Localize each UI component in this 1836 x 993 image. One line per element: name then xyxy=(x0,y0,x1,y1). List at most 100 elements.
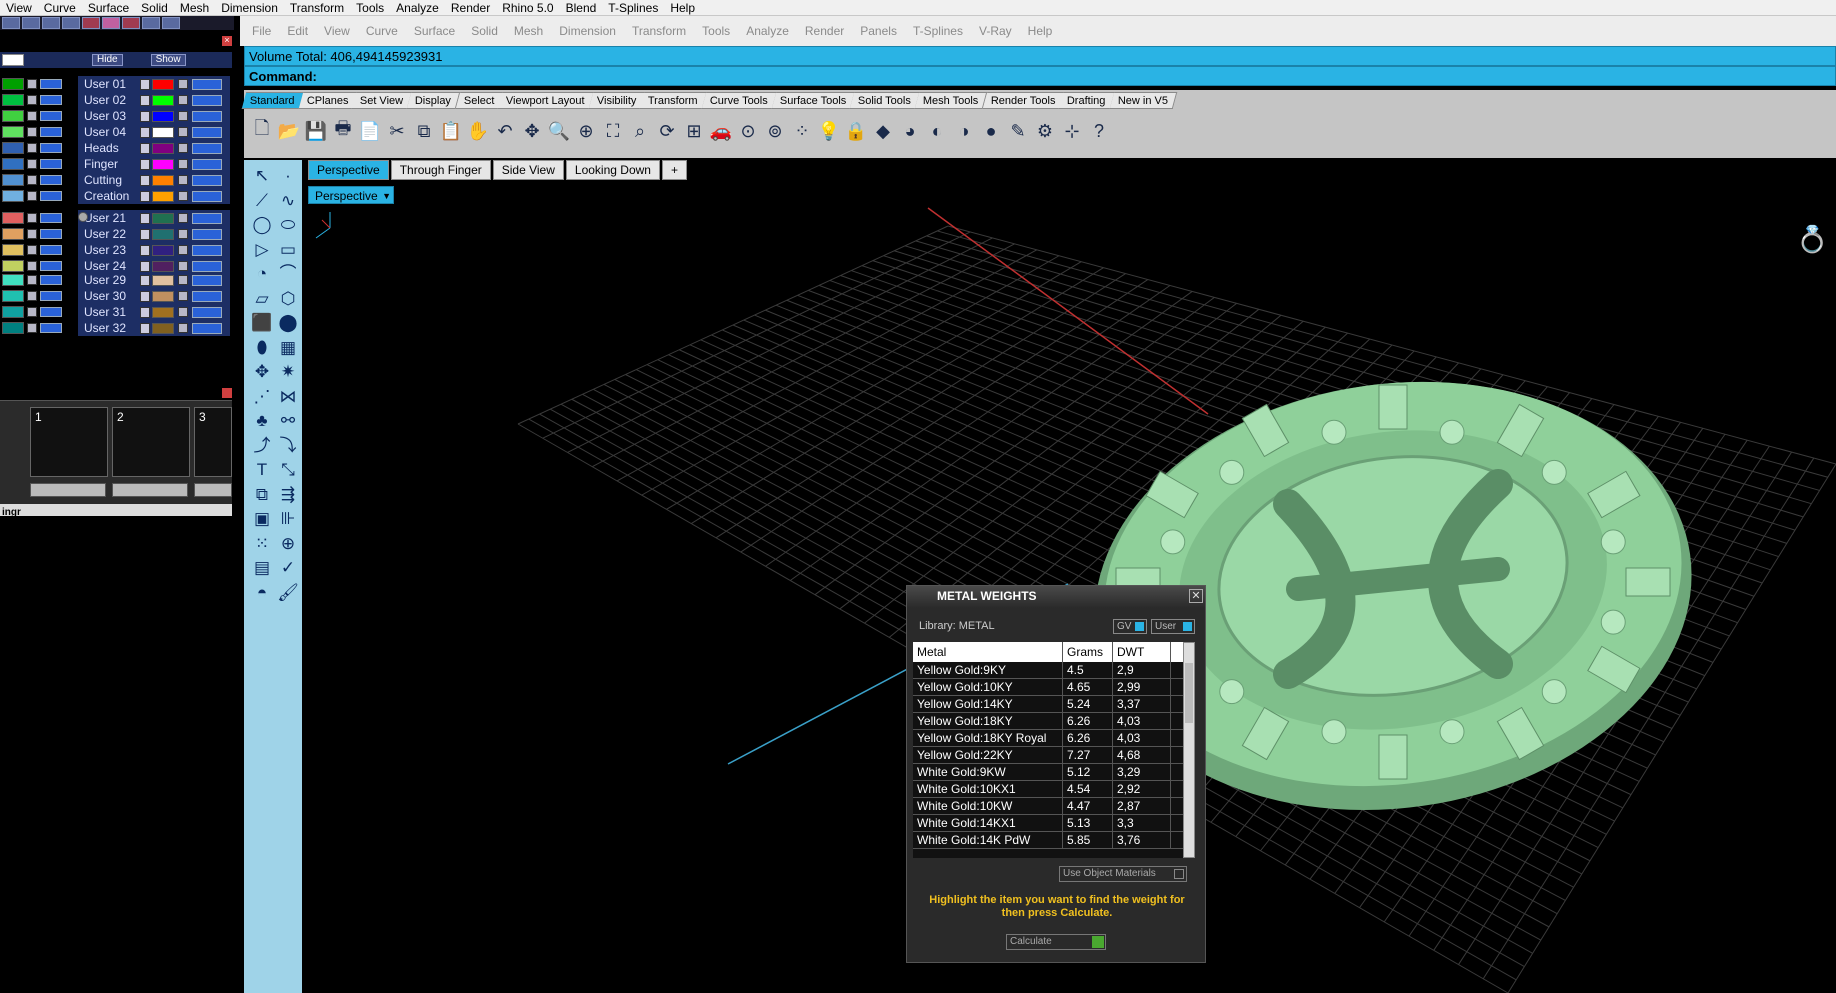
arrow-right-icon[interactable] xyxy=(140,244,150,256)
toolbar-tab[interactable]: Display xyxy=(407,92,461,109)
zoom-icon[interactable]: 🔍 xyxy=(547,119,571,143)
block-panel-close-icon[interactable] xyxy=(222,388,232,398)
viewport-tab[interactable]: Through Finger xyxy=(390,160,491,180)
panel-strip-icon[interactable] xyxy=(22,17,40,29)
lock-icon[interactable] xyxy=(27,261,37,271)
outer-menu-item[interactable]: Solid xyxy=(135,1,174,15)
lock-icon[interactable] xyxy=(178,175,188,185)
arrow-right-icon[interactable] xyxy=(140,190,150,202)
bead-sphere[interactable] xyxy=(1321,719,1347,745)
outer-menu-item[interactable]: View xyxy=(0,1,38,15)
undo-icon[interactable]: ↶ xyxy=(493,119,517,143)
perspective-viewport[interactable]: 💍 ⚗ METAL WEIGHTS ✕ Library: METAL GV Us… xyxy=(308,204,1836,993)
visibility-toggle[interactable] xyxy=(192,290,222,302)
menu-item[interactable]: V-Ray xyxy=(971,24,1020,38)
rotate-view-icon[interactable]: ⟳ xyxy=(655,119,679,143)
outer-menu-item[interactable]: Render xyxy=(445,1,496,15)
arrow-right-icon[interactable] xyxy=(140,158,150,170)
toolbar-tab[interactable]: Transform xyxy=(640,92,708,109)
panel-strip-icon[interactable] xyxy=(42,17,60,29)
column-header[interactable]: Metal xyxy=(913,642,1063,662)
layer-color-swatch[interactable] xyxy=(2,290,24,302)
arrow-right-icon[interactable] xyxy=(140,174,150,186)
table-row[interactable]: White Gold:9KW 5.12 3,29 xyxy=(913,764,1183,781)
visibility-toggle[interactable] xyxy=(192,244,222,256)
panel-strip-icon[interactable] xyxy=(162,17,180,29)
pattern-icon[interactable]: ⁙ xyxy=(250,532,274,556)
visibility-toggle[interactable] xyxy=(40,111,62,121)
panel-strip-icon[interactable] xyxy=(82,17,100,29)
bead-sphere[interactable] xyxy=(1439,719,1465,745)
visibility-toggle[interactable] xyxy=(40,175,62,185)
table-row[interactable]: White Gold:14KX1 5.13 3,3 xyxy=(913,815,1183,832)
lock-icon[interactable] xyxy=(178,261,188,271)
toolbar-tab[interactable]: New in V5 xyxy=(1109,92,1178,109)
visibility-toggle[interactable] xyxy=(192,174,222,186)
toolbar-tab[interactable]: Render Tools xyxy=(982,92,1065,109)
layer-material-swatch[interactable] xyxy=(152,306,174,318)
table-row[interactable]: White Gold:10KX1 4.54 2,92 xyxy=(913,781,1183,798)
table-row[interactable]: White Gold:14K PdW 5.85 3,76 xyxy=(913,832,1183,849)
pan-icon[interactable]: ✋ xyxy=(466,119,490,143)
layer-color-swatch[interactable] xyxy=(2,54,24,66)
outer-menu-item[interactable]: Tools xyxy=(350,1,390,15)
layer-row[interactable]: User 02 xyxy=(0,92,232,108)
rectangle-icon[interactable]: ▭ xyxy=(276,238,300,262)
visibility-toggle[interactable] xyxy=(40,143,62,153)
arrow-right-icon[interactable] xyxy=(140,110,150,122)
tools-icon[interactable]: ✎ xyxy=(1006,119,1030,143)
toolbar-tab[interactable]: Visibility xyxy=(588,92,646,109)
table-row[interactable]: White Gold:10KW 4.47 2,87 xyxy=(913,798,1183,815)
column-header[interactable]: DWT xyxy=(1113,642,1171,662)
zoom-selected-icon[interactable]: ⌕ xyxy=(628,119,652,143)
open-icon[interactable]: 📂 xyxy=(277,119,301,143)
layer-material-swatch[interactable] xyxy=(152,78,174,90)
panel-strip-icon[interactable] xyxy=(142,17,160,29)
select-icon[interactable]: ↖ xyxy=(250,164,274,188)
layer-color-swatch[interactable] xyxy=(2,274,24,286)
arrow-right-icon[interactable] xyxy=(140,274,150,286)
lock-icon[interactable] xyxy=(27,245,37,255)
toolbar-tab[interactable]: Standard xyxy=(241,92,304,109)
camera-icon[interactable]: ⊙ xyxy=(736,119,760,143)
lock-icon[interactable] xyxy=(178,111,188,121)
toolbar-tab[interactable]: Viewport Layout xyxy=(497,92,595,109)
layer-panel-close-icon[interactable]: × xyxy=(222,36,232,46)
curve-icon[interactable]: ∿ xyxy=(276,189,300,213)
bead-sphere[interactable] xyxy=(1160,529,1186,555)
layer-material-swatch[interactable] xyxy=(152,190,174,202)
layer-color-swatch[interactable] xyxy=(2,244,24,256)
curve-tools-icon[interactable]: ⤴ xyxy=(250,434,274,458)
lock-icon[interactable] xyxy=(27,95,37,105)
calculate-button[interactable]: Calculate xyxy=(1006,934,1106,950)
chevron-down-icon[interactable]: ▼ xyxy=(382,187,391,205)
cylinder-icon[interactable]: ⬮ xyxy=(250,336,274,360)
zodiac-divider[interactable] xyxy=(1625,567,1671,597)
lock-icon[interactable] xyxy=(178,95,188,105)
lock-icon[interactable] xyxy=(178,191,188,201)
layer-row[interactable]: User 04 xyxy=(0,124,232,140)
lock-icon[interactable] xyxy=(27,213,37,223)
menu-item[interactable]: Transform xyxy=(624,24,694,38)
layer-row[interactable]: User 22 xyxy=(0,226,232,242)
lock-icon[interactable] xyxy=(27,127,37,137)
arrow-right-icon[interactable] xyxy=(140,94,150,106)
ellipse-icon[interactable]: ⬭ xyxy=(276,213,300,237)
bead-sphere[interactable] xyxy=(1219,459,1245,485)
outer-menu-item[interactable]: Mesh xyxy=(174,1,215,15)
block-slot[interactable]: 1 xyxy=(30,407,108,477)
toolbar-tab[interactable]: Select xyxy=(455,92,504,109)
toolbar-tab[interactable]: Solid Tools xyxy=(850,92,921,109)
viewport-title[interactable]: Perspective ▼ xyxy=(308,186,394,204)
shapes-icon[interactable]: ♣ xyxy=(250,409,274,433)
lock-icon[interactable] xyxy=(27,191,37,201)
layer-color-swatch[interactable] xyxy=(2,212,24,224)
transform-icon[interactable]: ✥ xyxy=(250,360,274,384)
box-edit-icon[interactable]: ▣ xyxy=(250,507,274,531)
block-slot[interactable]: 3 xyxy=(194,407,232,477)
layer-row[interactable]: User 31 xyxy=(0,304,232,320)
lock-icon[interactable]: 🔒 xyxy=(844,119,868,143)
visibility-toggle[interactable] xyxy=(40,229,62,239)
boolean-icon[interactable]: ⬤ xyxy=(276,311,300,335)
layer-color-swatch[interactable] xyxy=(2,322,24,334)
